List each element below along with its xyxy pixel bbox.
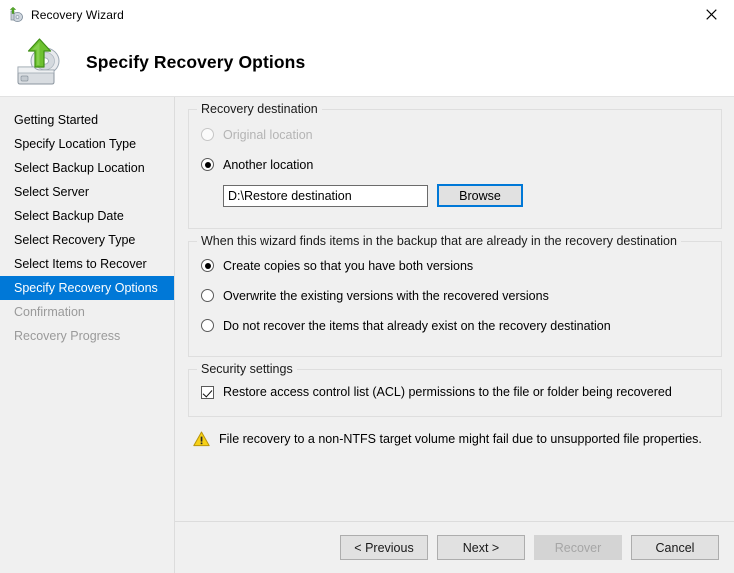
previous-button[interactable]: < Previous <box>340 535 428 560</box>
recovery-destination-legend: Recovery destination <box>197 102 322 116</box>
sidebar-item-select-recovery-type[interactable]: Select Recovery Type <box>0 228 174 252</box>
radio-overwrite-existing[interactable]: Overwrite the existing versions with the… <box>201 285 709 306</box>
radio-do-not-recover[interactable]: Do not recover the items that already ex… <box>201 315 709 336</box>
content-pane: Recovery destination Original location A… <box>175 97 734 573</box>
radio-overwrite-existing-indicator[interactable] <box>201 289 214 302</box>
sidebar-item-specify-location-type[interactable]: Specify Location Type <box>0 132 174 156</box>
existing-items-group: When this wizard finds items in the back… <box>188 241 722 357</box>
browse-button[interactable]: Browse <box>437 184 523 207</box>
sidebar-item-getting-started[interactable]: Getting Started <box>0 108 174 132</box>
radio-create-copies-indicator[interactable] <box>201 259 214 272</box>
recover-button: Recover <box>534 535 622 560</box>
restore-acl-checkbox-row[interactable]: Restore access control list (ACL) permis… <box>201 382 709 402</box>
destination-path-row: Browse <box>223 184 709 207</box>
cancel-button[interactable]: Cancel <box>631 535 719 560</box>
close-icon <box>706 9 717 20</box>
page-header: Specify Recovery Options <box>0 29 734 96</box>
sidebar-item-specify-recovery-options[interactable]: Specify Recovery Options <box>0 276 174 300</box>
recovery-wizard-icon <box>8 7 24 23</box>
radio-another-location-label: Another location <box>223 158 313 172</box>
sidebar-item-select-backup-location[interactable]: Select Backup Location <box>0 156 174 180</box>
sidebar-item-select-backup-date[interactable]: Select Backup Date <box>0 204 174 228</box>
close-button[interactable] <box>688 0 734 29</box>
security-settings-group: Security settings Restore access control… <box>188 369 722 417</box>
restore-acl-label: Restore access control list (ACL) permis… <box>223 385 672 399</box>
security-settings-legend: Security settings <box>197 362 297 376</box>
warning-text: File recovery to a non-NTFS target volum… <box>219 432 702 446</box>
sidebar-item-confirmation: Confirmation <box>0 300 174 324</box>
destination-path-input[interactable] <box>223 185 428 207</box>
radio-do-not-recover-label: Do not recover the items that already ex… <box>223 319 611 333</box>
existing-items-legend: When this wizard finds items in the back… <box>197 234 681 248</box>
wizard-footer: < Previous Next > Recover Cancel <box>175 521 734 573</box>
next-button[interactable]: Next > <box>437 535 525 560</box>
page-title: Specify Recovery Options <box>86 52 305 73</box>
sidebar-item-recovery-progress: Recovery Progress <box>0 324 174 348</box>
radio-original-location-indicator <box>201 128 214 141</box>
warning-triangle-icon <box>193 431 210 447</box>
restore-acl-checkbox[interactable] <box>201 386 214 399</box>
wizard-body: Getting Started Specify Location Type Se… <box>0 96 734 573</box>
radio-another-location-indicator[interactable] <box>201 158 214 171</box>
radio-original-location-label: Original location <box>223 128 313 142</box>
title-bar: Recovery Wizard <box>0 0 734 29</box>
sidebar-item-select-server[interactable]: Select Server <box>0 180 174 204</box>
radio-original-location: Original location <box>201 124 709 145</box>
radio-overwrite-existing-label: Overwrite the existing versions with the… <box>223 289 549 303</box>
radio-do-not-recover-indicator[interactable] <box>201 319 214 332</box>
radio-create-copies[interactable]: Create copies so that you have both vers… <box>201 255 709 276</box>
window-title: Recovery Wizard <box>31 8 124 22</box>
radio-create-copies-label: Create copies so that you have both vers… <box>223 259 473 273</box>
warning-message: File recovery to a non-NTFS target volum… <box>193 431 722 447</box>
recovery-destination-group: Recovery destination Original location A… <box>188 109 722 229</box>
sidebar-item-select-items-to-recover[interactable]: Select Items to Recover <box>0 252 174 276</box>
disk-restore-icon <box>12 37 72 89</box>
wizard-steps-sidebar: Getting Started Specify Location Type Se… <box>0 97 175 573</box>
radio-another-location[interactable]: Another location <box>201 154 709 175</box>
